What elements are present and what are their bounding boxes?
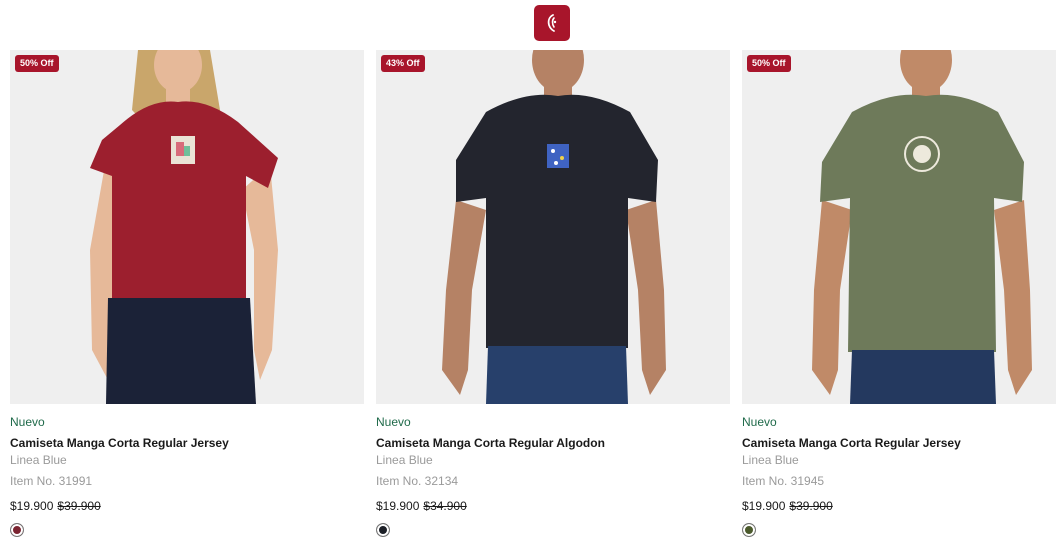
- new-label: Nuevo: [10, 415, 45, 429]
- product-image[interactable]: 50% Off: [10, 50, 364, 404]
- product-image[interactable]: 50% Off: [742, 50, 1056, 404]
- product-card[interactable]: 50% Off Nuevo Camiseta Manga Corta Regul…: [10, 50, 364, 537]
- product-item-number: Item No. 32134: [376, 474, 459, 488]
- current-price: $19.900: [742, 499, 786, 513]
- product-item-number: Item No. 31945: [742, 474, 825, 488]
- product-card[interactable]: 43% Off Nuevo Camiseta Manga Corta Regul…: [376, 50, 730, 537]
- discount-badge: 43% Off: [381, 55, 425, 72]
- new-label: Nuevo: [376, 415, 411, 429]
- current-price: $19.900: [376, 499, 420, 513]
- color-swatch[interactable]: [742, 523, 756, 537]
- shirt-shape: [456, 94, 658, 348]
- discount-badge: 50% Off: [747, 55, 791, 72]
- original-price: $34.900: [423, 499, 467, 513]
- product-price: $19.900 $39.900: [742, 498, 1056, 514]
- new-label: Nuevo: [742, 415, 777, 429]
- product-title[interactable]: Camiseta Manga Corta Regular Jersey: [10, 435, 364, 451]
- product-brand: Linea Blue: [10, 453, 67, 467]
- product-brand: Linea Blue: [742, 453, 799, 467]
- product-title[interactable]: Camiseta Manga Corta Regular Algodon: [376, 435, 730, 451]
- shirt-shape: [820, 94, 1024, 352]
- product-price: $19.900 $34.900: [376, 498, 730, 514]
- discount-badge: 50% Off: [15, 55, 59, 72]
- original-price: $39.900: [57, 499, 101, 513]
- product-price: $19.900 $39.900: [10, 498, 364, 514]
- color-swatch[interactable]: [376, 523, 390, 537]
- color-swatch[interactable]: [10, 523, 24, 537]
- brand-logo-button[interactable]: [534, 5, 570, 41]
- product-brand: Linea Blue: [376, 453, 433, 467]
- product-grid: 50% Off Nuevo Camiseta Manga Corta Regul…: [10, 50, 1056, 537]
- brand-logo-icon: [547, 14, 557, 32]
- current-price: $19.900: [10, 499, 54, 513]
- model-photo: [10, 50, 364, 404]
- product-card[interactable]: 50% Off Nuevo Camiseta Manga Corta Regul…: [742, 50, 1056, 537]
- product-title[interactable]: Camiseta Manga Corta Regular Jersey: [742, 435, 1056, 451]
- model-photo: [742, 50, 1056, 404]
- product-item-number: Item No. 31991: [10, 474, 93, 488]
- product-image[interactable]: 43% Off: [376, 50, 730, 404]
- original-price: $39.900: [789, 499, 833, 513]
- model-photo: [376, 50, 730, 404]
